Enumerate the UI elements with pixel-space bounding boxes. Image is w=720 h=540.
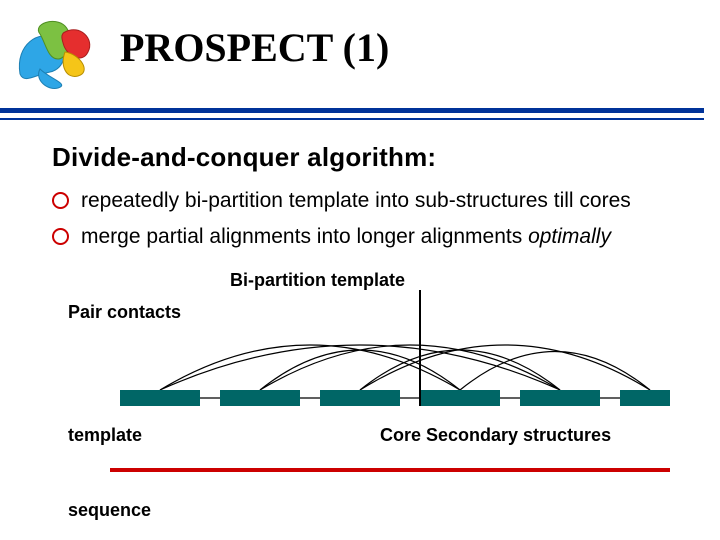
subtitle: Divide-and-conquer algorithm:: [52, 142, 631, 173]
bullet-text-plain: merge partial alignments into longer ali…: [81, 225, 528, 248]
bullet-text-italic: optimally: [528, 225, 611, 248]
bullet-ring-icon: [52, 228, 69, 245]
protein-ribbon-icon: [10, 14, 102, 92]
slide-header: PROSPECT (1): [0, 0, 720, 113]
bullet-item: repeatedly bi-partition template into su…: [52, 187, 631, 215]
bullet-text: repeatedly bi-partition template into su…: [81, 187, 631, 215]
bullet-text: merge partial alignments into longer ali…: [81, 223, 611, 251]
bullet-ring-icon: [52, 192, 69, 209]
title-divider-thick: [0, 108, 704, 113]
content-block: Divide-and-conquer algorithm: repeatedly…: [52, 142, 631, 260]
slide-title: PROSPECT (1): [120, 24, 389, 71]
diagram: Bi-partition template Pair contacts temp…: [60, 270, 670, 530]
bullet-list: repeatedly bi-partition template into su…: [52, 187, 631, 252]
title-divider-thin: [0, 118, 704, 120]
bullet-item: merge partial alignments into longer ali…: [52, 223, 631, 251]
slide: PROSPECT (1) Divide-and-conquer algorith…: [0, 0, 720, 540]
diagram-svg: [60, 270, 670, 530]
